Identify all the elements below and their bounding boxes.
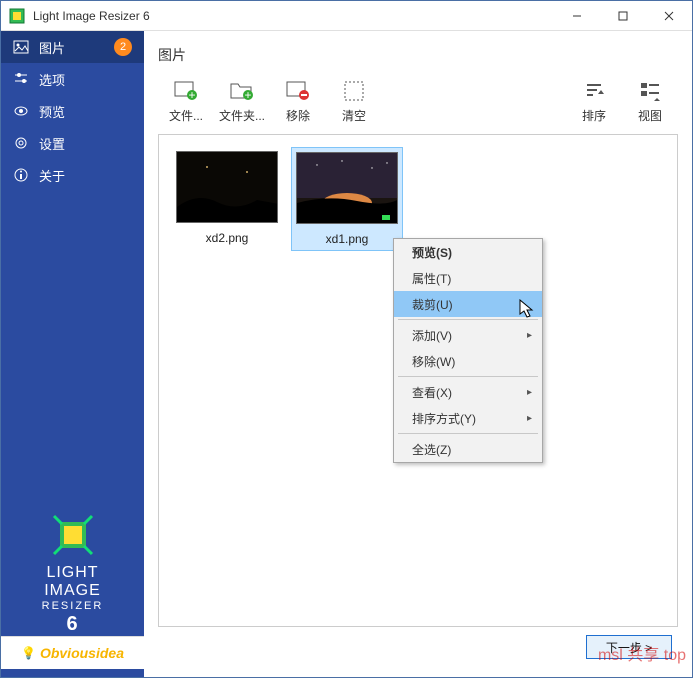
vendor-name: Obviousidea: [40, 645, 124, 661]
toolbar-sort[interactable]: 排序: [566, 77, 622, 126]
ctx-crop[interactable]: 裁剪(U): [394, 291, 542, 317]
sidebar-branding: LIGHT IMAGE RESIZER 6 💡 Obviousidea: [1, 506, 144, 677]
vendor-link[interactable]: 💡 Obviousidea: [1, 636, 144, 669]
footer: 下一步 >: [158, 627, 678, 667]
gear-icon: [13, 135, 29, 151]
view-icon: [635, 79, 665, 103]
ctx-properties[interactable]: 属性(T): [394, 265, 542, 291]
sidebar-item-label: 关于: [39, 166, 65, 185]
sidebar-item-about[interactable]: 关于: [1, 159, 144, 191]
next-button[interactable]: 下一步 >: [586, 635, 672, 659]
image-icon: [13, 39, 29, 55]
thumbnail-image: [176, 151, 278, 223]
svg-text:+: +: [244, 88, 251, 102]
file-remove-icon: [283, 79, 313, 103]
app-window: Light Image Resizer 6 图片 2 选项 预览 设置: [0, 0, 693, 678]
submenu-arrow-icon: ▸: [527, 330, 532, 341]
titlebar: Light Image Resizer 6: [1, 1, 692, 31]
app-icon: [9, 8, 25, 24]
toolbar-label: 文件...: [169, 107, 203, 124]
submenu-arrow-icon: ▸: [527, 387, 532, 398]
brand-line: 6: [42, 613, 104, 636]
toolbar-label: 文件夹...: [219, 107, 265, 124]
sidebar-item-label: 预览: [39, 102, 65, 121]
sort-icon: [579, 79, 609, 103]
page-title: 图片: [158, 45, 678, 65]
ctx-separator: [398, 433, 538, 434]
toolbar-label: 排序: [582, 107, 606, 124]
toolbar-clear[interactable]: 清空: [326, 77, 382, 126]
brand-line: IMAGE: [42, 582, 104, 600]
toolbar-add-files[interactable]: + 文件...: [158, 77, 214, 126]
thumbnail-image: [296, 152, 398, 224]
sidebar-item-settings[interactable]: 设置: [1, 127, 144, 159]
minimize-button[interactable]: [554, 1, 600, 31]
context-menu: 预览(S) 属性(T) 裁剪(U) 添加(V)▸ 移除(W) 查看(X)▸ 排序…: [393, 238, 543, 463]
sidebar-item-images[interactable]: 图片 2: [1, 31, 144, 63]
toolbar-add-folder[interactable]: + 文件夹...: [214, 77, 270, 126]
toolbar-label: 视图: [638, 107, 662, 124]
ctx-sortby[interactable]: 排序方式(Y)▸: [394, 405, 542, 431]
toolbar-remove[interactable]: 移除: [270, 77, 326, 126]
thumbnail-filename: xd1.png: [326, 232, 369, 246]
thumbnail-item[interactable]: xd1.png: [291, 147, 403, 251]
submenu-arrow-icon: ▸: [527, 413, 532, 424]
toolbar: + 文件... + 文件夹... 移除 清空 排序: [158, 77, 678, 126]
toolbar-label: 清空: [342, 107, 366, 124]
ctx-separator: [398, 376, 538, 377]
toolbar-label: 移除: [286, 107, 310, 124]
svg-text:+: +: [188, 88, 195, 102]
window-title: Light Image Resizer 6: [33, 9, 554, 23]
ctx-separator: [398, 319, 538, 320]
ctx-add[interactable]: 添加(V)▸: [394, 322, 542, 348]
maximize-button[interactable]: [600, 1, 646, 31]
clear-icon: [339, 79, 369, 103]
sliders-icon: [13, 71, 29, 87]
thumbnail-item[interactable]: xd2.png: [171, 147, 283, 251]
sidebar-item-preview[interactable]: 预览: [1, 95, 144, 127]
ctx-remove[interactable]: 移除(W): [394, 348, 542, 374]
bulb-icon: 💡: [21, 646, 36, 660]
sidebar-item-label: 选项: [39, 70, 65, 89]
file-add-icon: +: [171, 79, 201, 103]
sidebar: 图片 2 选项 预览 设置 关于 LIGHT: [1, 31, 144, 677]
app-logo-icon: [50, 512, 96, 558]
ctx-selectall[interactable]: 全选(Z): [394, 436, 542, 462]
info-icon: [13, 167, 29, 183]
folder-add-icon: +: [227, 79, 257, 103]
close-button[interactable]: [646, 1, 692, 31]
brand-line: RESIZER: [42, 600, 104, 613]
thumbnail-filename: xd2.png: [206, 231, 249, 245]
sidebar-item-label: 图片: [39, 38, 65, 57]
brand-line: LIGHT: [42, 564, 104, 582]
image-count-badge: 2: [114, 38, 132, 56]
ctx-preview[interactable]: 预览(S): [394, 239, 542, 265]
toolbar-view[interactable]: 视图: [622, 77, 678, 126]
sidebar-item-label: 设置: [39, 134, 65, 153]
ctx-view[interactable]: 查看(X)▸: [394, 379, 542, 405]
eye-icon: [13, 103, 29, 119]
sidebar-item-options[interactable]: 选项: [1, 63, 144, 95]
